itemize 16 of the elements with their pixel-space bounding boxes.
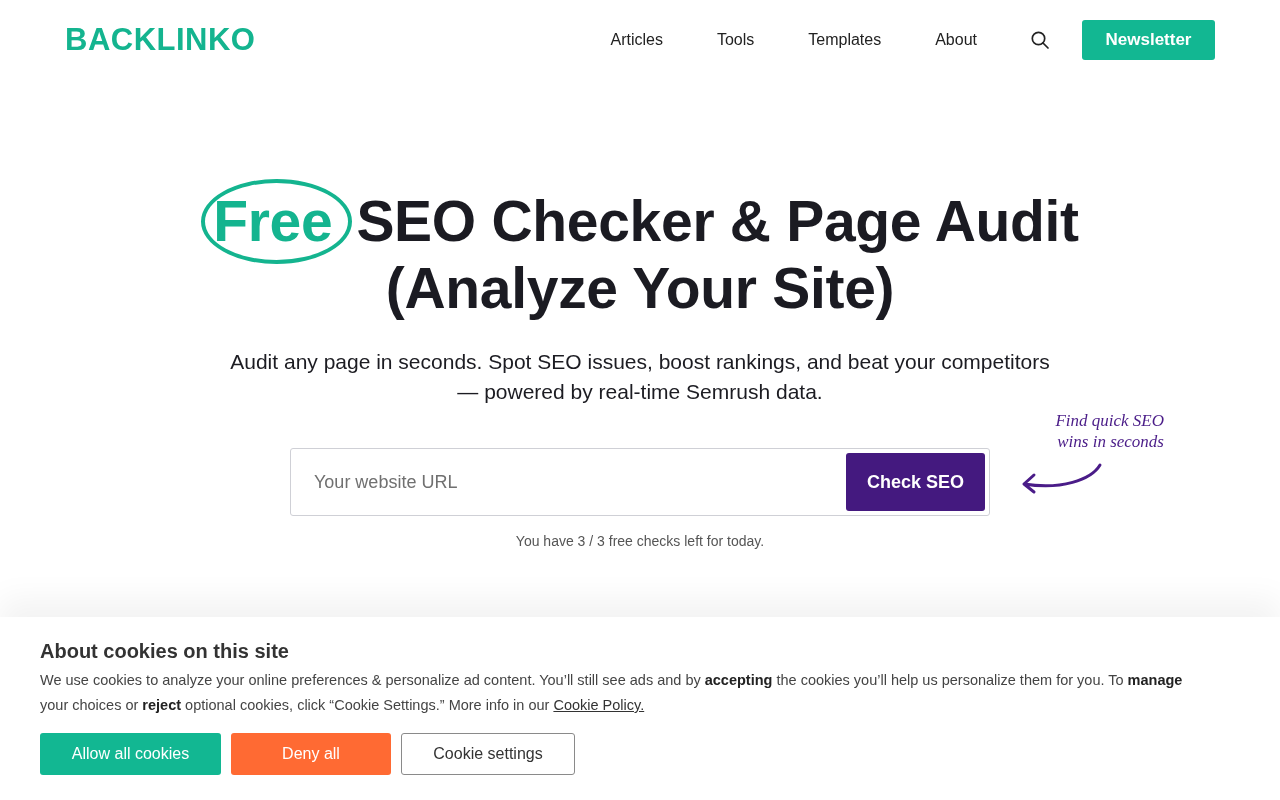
search-icon[interactable] xyxy=(1031,31,1049,49)
checks-left-text: You have 3 / 3 free checks left for today. xyxy=(515,532,765,551)
handwritten-note: Find quick SEO wins in seconds xyxy=(1054,410,1164,452)
cookie-policy-link[interactable]: Cookie Policy. xyxy=(553,697,645,713)
cookie-title: About cookies on this site xyxy=(40,639,290,664)
nav-link[interactable]: About xyxy=(935,31,977,49)
nav-link[interactable]: Articles xyxy=(610,31,663,49)
circled-title-word: Free xyxy=(201,179,353,264)
page-title: SEO Checker & Page Audit (Analyze Your Site) xyxy=(356,189,1079,320)
nav-link[interactable]: Tools xyxy=(716,31,755,49)
check-seo-button[interactable]: Check SEO xyxy=(846,453,985,511)
url-field[interactable]: Your website URL Check SEO xyxy=(290,448,990,516)
subtitle: Audit any page in seconds. Spot SEO issues, boost rankings, and beat your competitors — powered by real-time Semrush data. xyxy=(229,349,1051,405)
nav-link[interactable]: Templates xyxy=(808,31,882,49)
cookie-notice-text: We use cookies to analyze your online preferences & personalize ad content. You’ll still see ads and by accepting the cookies you’ll help us personalize them for you. To manage your choices or reject optional cookies, click “Cookie Settings.” More info in our Cookie Policy. xyxy=(40,671,1184,715)
cookie-button[interactable]: Cookie settings xyxy=(401,733,575,775)
